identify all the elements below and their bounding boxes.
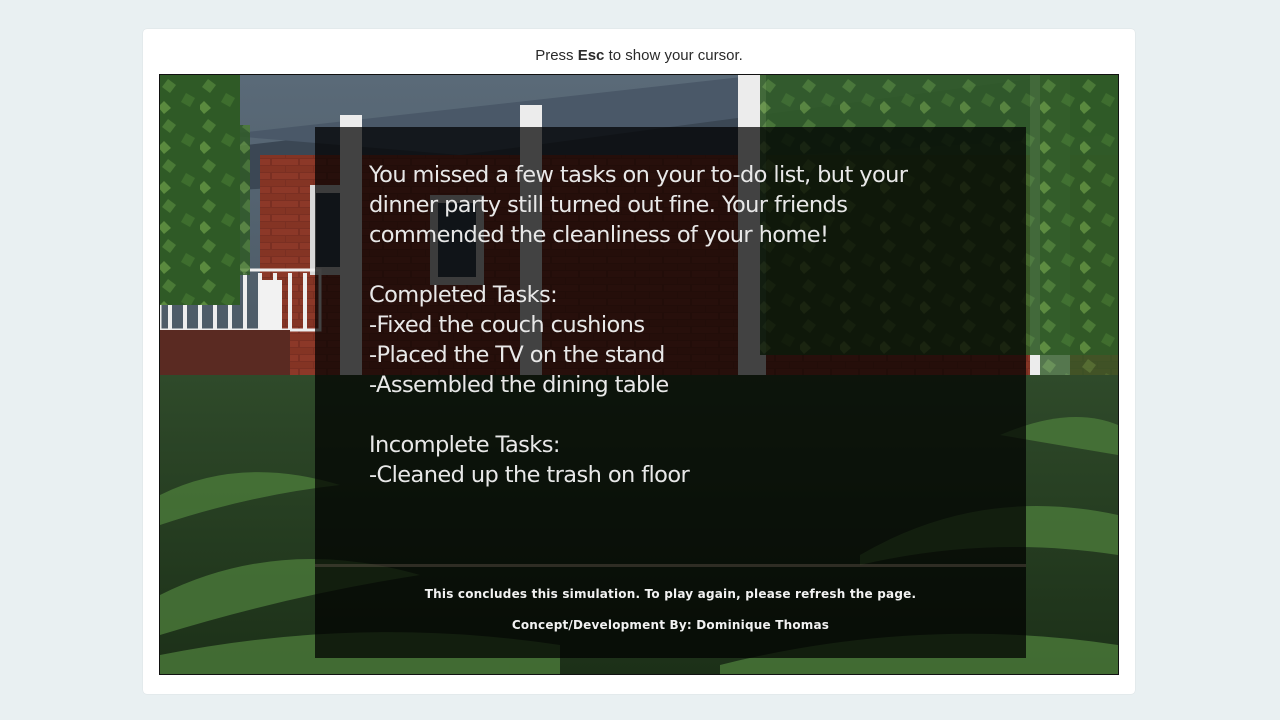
completed-task: -Assembled the dining table: [369, 372, 669, 398]
conclusion-text: This concludes this simulation. To play …: [424, 587, 917, 601]
game-canvas[interactable]: You missed a few tasks on your to-do lis…: [159, 74, 1119, 675]
hint-suffix: to show your cursor.: [608, 47, 743, 64]
hint-prefix: Press: [535, 47, 574, 64]
cursor-hint: Press Esc to show your cursor.: [143, 47, 1135, 64]
hint-key: Esc: [577, 47, 605, 64]
summary-line: dinner party still turned out fine. Your…: [369, 192, 848, 218]
completed-task: -Fixed the couch cushions: [369, 312, 645, 338]
summary-line: commended the cleanliness of your home!: [369, 222, 829, 248]
completed-heading: Completed Tasks:: [369, 282, 558, 308]
credits-text: Concept/Development By: Dominique Thomas: [511, 618, 830, 632]
divider: [315, 564, 1026, 567]
results-message: You missed a few tasks on your to-do lis…: [369, 160, 989, 490]
results-overlay: You missed a few tasks on your to-do lis…: [315, 127, 1026, 658]
incomplete-heading: Incomplete Tasks:: [369, 432, 560, 458]
results-footer: This concludes this simulation. To play …: [315, 587, 1026, 632]
summary-line: You missed a few tasks on your to-do lis…: [369, 162, 908, 188]
completed-task: -Placed the TV on the stand: [369, 342, 665, 368]
incomplete-task: -Cleaned up the trash on floor: [369, 462, 690, 488]
